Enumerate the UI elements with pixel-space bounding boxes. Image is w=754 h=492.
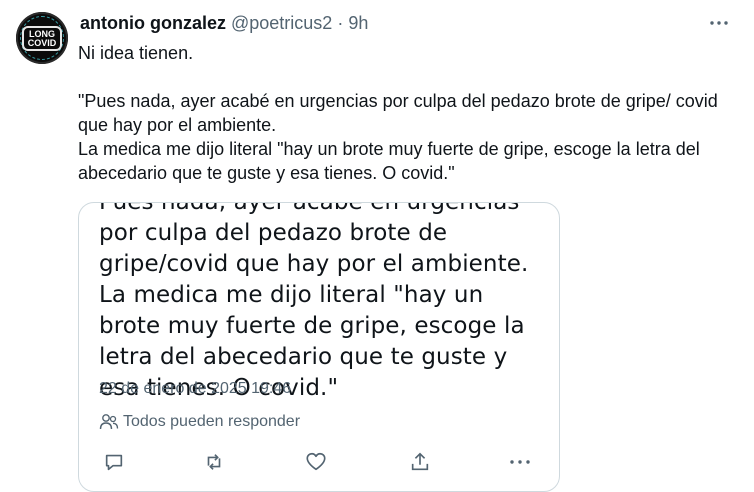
embedded-actions [101,449,541,475]
avatar-text-line2: COVID [27,37,57,48]
avatar[interactable]: LONG COVID [16,12,68,64]
embedded-post-text: Pues nada, ayer acabé en urgencias por c… [99,202,529,401]
embedded-post-card[interactable]: Pues nada, ayer acabé en urgencias por c… [78,202,560,492]
reply-icon[interactable] [101,449,127,475]
avatar-badge: LONG COVID [21,25,63,51]
tweet-header: antonio gonzalez @poetricus2 · 9h [80,12,368,34]
tweet-time[interactable]: 9h [348,13,368,34]
author-handle[interactable]: @poetricus2 [231,13,332,34]
more-icon[interactable] [507,449,533,475]
author-name[interactable]: antonio gonzalez [80,13,226,34]
tweet-body: Ni idea tienen. "Pues nada, ayer acabé e… [78,41,748,185]
more-horizontal-icon[interactable] [708,12,730,34]
people-icon [99,414,119,430]
reply-setting-label: Todos pueden responder [123,413,301,430]
share-icon[interactable] [407,449,433,475]
like-icon[interactable] [303,449,329,475]
tweet-paragraph2: La medica me dijo literal "hay un brote … [78,139,700,183]
repost-icon[interactable] [201,449,227,475]
tweet-line1: Ni idea tienen. [78,43,194,63]
tweet-paragraph: "Pues nada, ayer acabé en urgencias por … [78,91,718,135]
time-separator: · [337,12,344,33]
reply-setting: Todos pueden responder [99,413,300,431]
embedded-post-date: 22 de enero de 2025 19:46 [99,380,292,397]
